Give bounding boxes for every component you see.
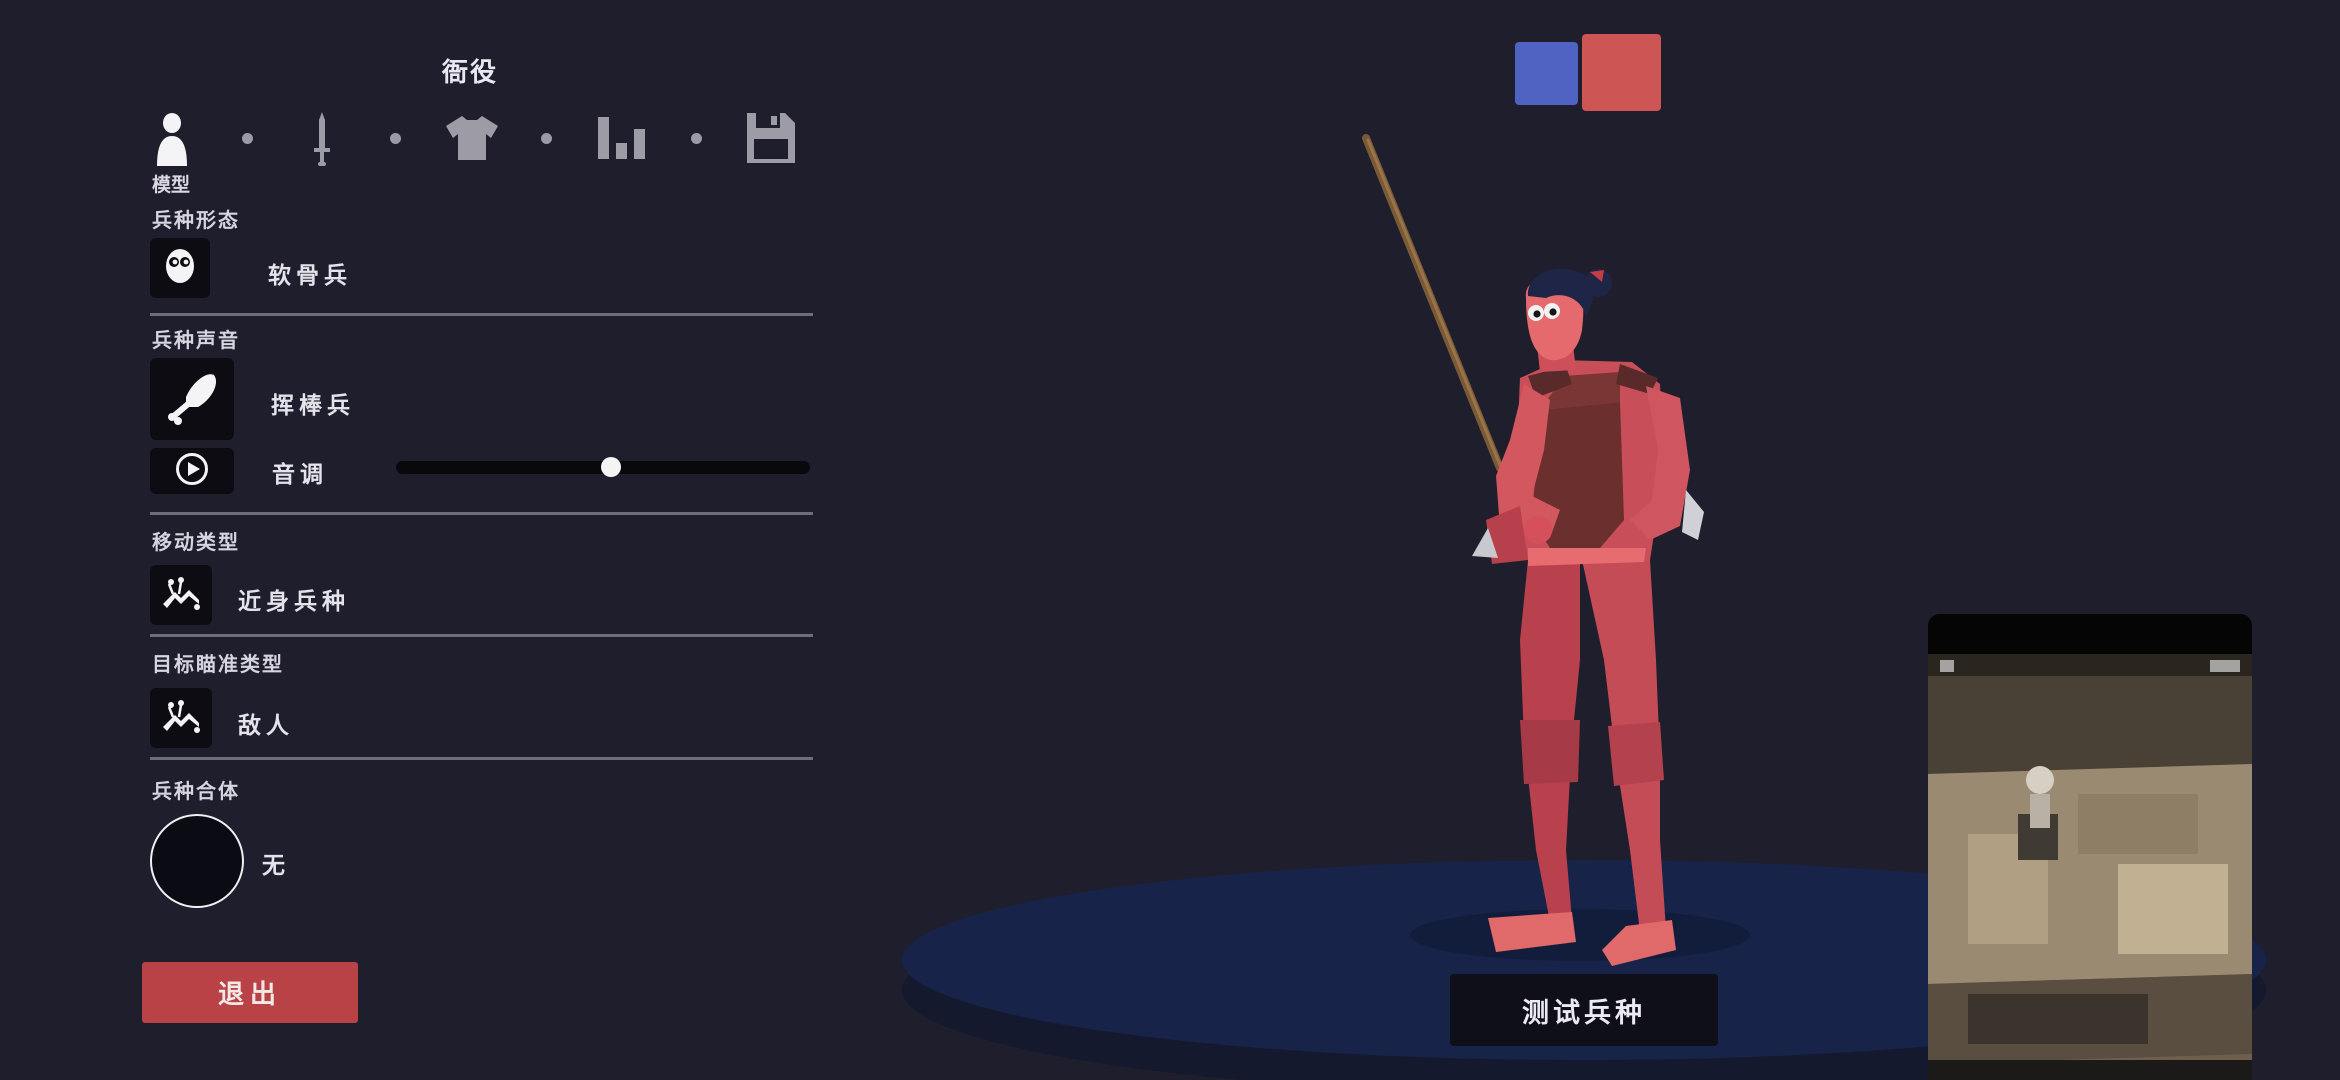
tab-model-label: 模型 xyxy=(152,174,191,196)
play-icon xyxy=(175,452,209,490)
form-select-button[interactable] xyxy=(150,238,210,298)
section-divider xyxy=(150,757,813,760)
pitch-slider[interactable] xyxy=(396,457,810,477)
bean-face-icon xyxy=(164,247,196,289)
section-divider xyxy=(150,634,813,637)
voice-value: 挥棒兵 xyxy=(271,393,355,419)
play-voice-button[interactable] xyxy=(150,448,234,494)
stats-bars-icon xyxy=(596,115,648,161)
movement-value: 近身兵种 xyxy=(238,589,350,615)
save-disk-icon xyxy=(745,111,797,165)
test-unit-button[interactable]: 测试兵种 xyxy=(1450,974,1718,1046)
tab-separator-dot xyxy=(541,133,552,144)
exit-button[interactable]: 退出 xyxy=(142,962,358,1023)
tab-separator-dot xyxy=(242,133,253,144)
pitch-slider-knob[interactable] xyxy=(601,457,622,477)
drumstick-icon xyxy=(164,369,220,429)
section-title-movement: 移动类型 xyxy=(152,530,240,554)
unit-editor-panel: 衙役 模型 兵种形态 软骨兵 兵种声音 挥棒兵 音调 移动类型 近身兵种 目标瞄… xyxy=(0,0,860,1080)
tab-model[interactable] xyxy=(142,108,202,168)
combination-value: 无 xyxy=(262,853,290,879)
tab-separator-dot xyxy=(691,133,702,144)
tab-clothing[interactable] xyxy=(442,108,502,168)
section-title-targeting: 目标瞄准类型 xyxy=(152,652,284,676)
tab-separator-dot xyxy=(390,133,401,144)
charge-unit-icon xyxy=(159,574,203,616)
tab-weapon[interactable] xyxy=(292,108,352,168)
section-divider xyxy=(150,512,813,515)
tab-save[interactable] xyxy=(741,108,801,168)
pitch-label: 音调 xyxy=(272,462,328,488)
section-title-voice: 兵种声音 xyxy=(152,328,240,352)
red-spearman-figure xyxy=(1362,134,1704,966)
section-divider xyxy=(150,313,813,316)
section-title-combination: 兵种合体 xyxy=(152,779,240,803)
combination-select-button[interactable] xyxy=(150,814,244,908)
game-capture-thumbnail[interactable] xyxy=(1928,614,2252,1080)
voice-select-button[interactable] xyxy=(150,358,234,440)
clothing-shirt-icon xyxy=(445,114,499,162)
targeting-value: 敌人 xyxy=(238,713,294,739)
unit-model-icon xyxy=(150,108,194,168)
movement-select-button[interactable] xyxy=(150,565,212,625)
target-unit-icon xyxy=(159,697,203,739)
tab-stats[interactable] xyxy=(592,108,652,168)
game-capture-image xyxy=(1928,614,2252,1080)
unit-name-title: 衙役 xyxy=(442,58,499,88)
form-value: 软骨兵 xyxy=(268,263,352,289)
weapon-sword-icon xyxy=(307,108,337,168)
section-title-form: 兵种形态 xyxy=(152,208,240,232)
unit-shadow xyxy=(1410,909,1750,961)
targeting-select-button[interactable] xyxy=(150,688,212,748)
